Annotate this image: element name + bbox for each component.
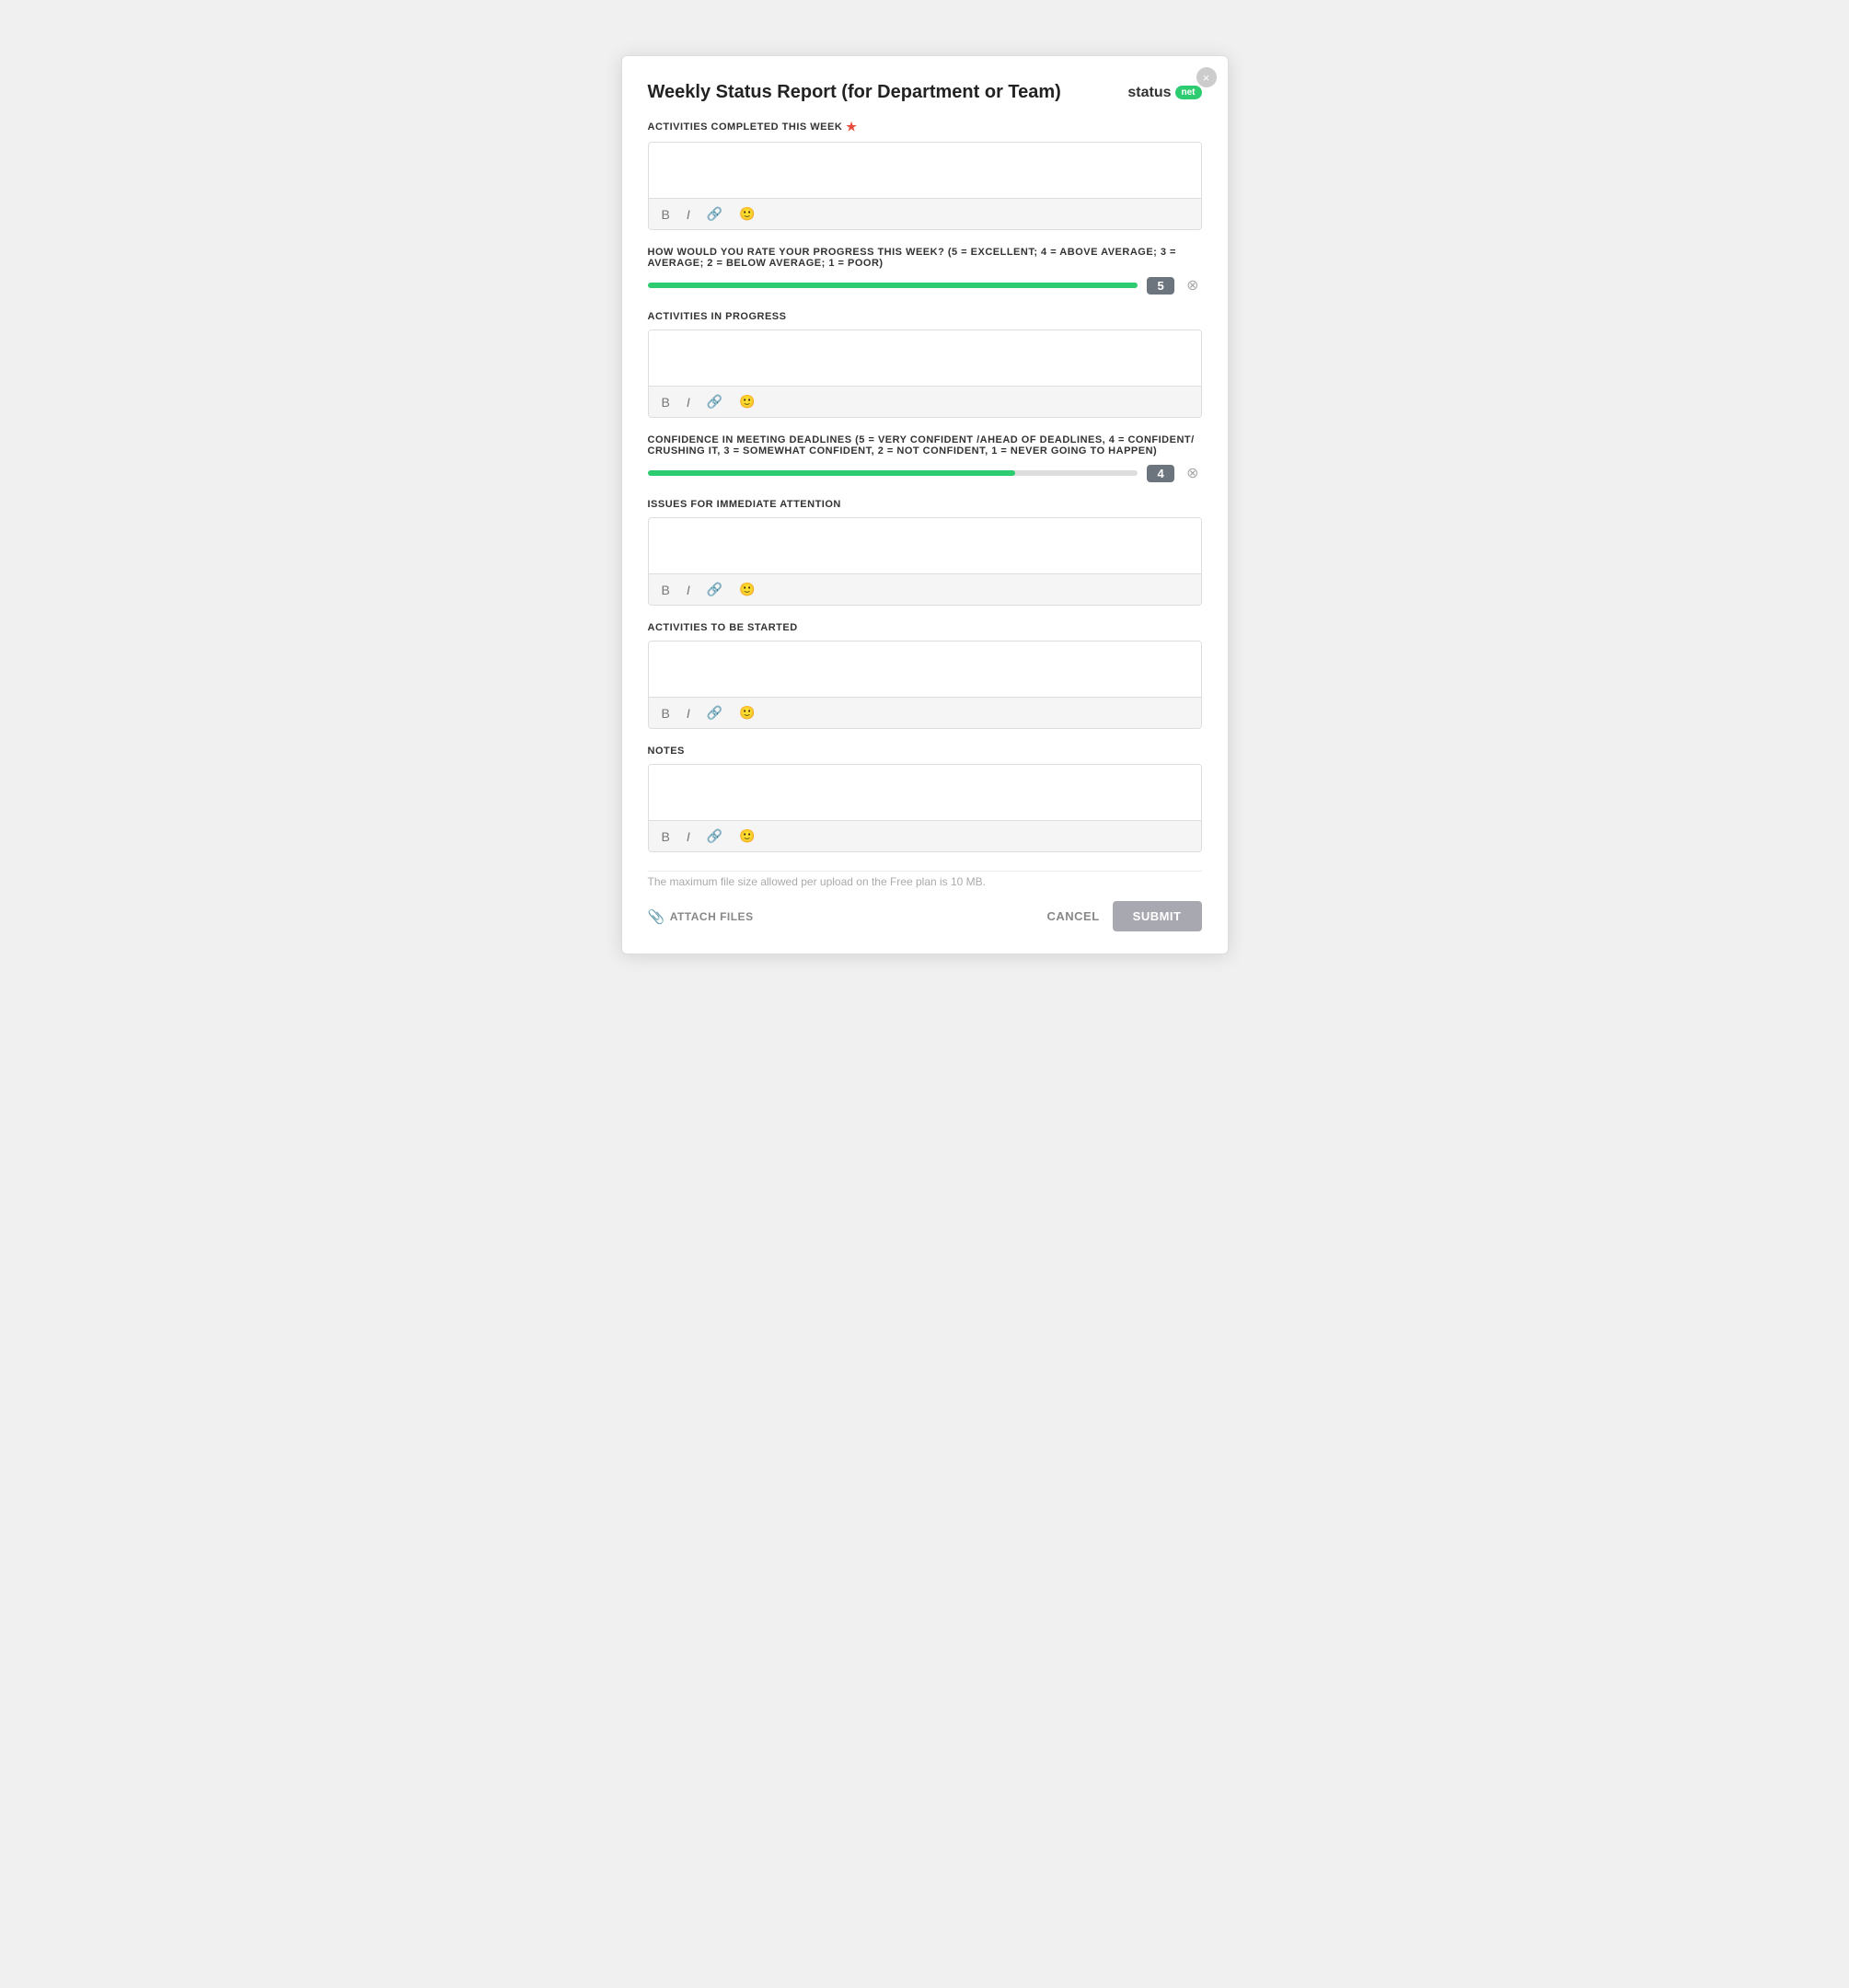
attach-label: ATTACH FILES — [670, 910, 754, 923]
italic-button-2[interactable]: I — [683, 393, 694, 411]
activities-started-label: ACTIVITIES TO BE STARTED — [648, 622, 1202, 633]
activities-completed-label: ACTIVITIES COMPLETED THIS WEEK ★ — [648, 120, 1202, 134]
bold-button-1[interactable]: B — [658, 205, 674, 224]
brand-badge: net — [1175, 86, 1202, 99]
italic-button-5[interactable]: I — [683, 827, 694, 846]
confidence-slider-fill — [648, 470, 1015, 476]
activities-in-progress-label: ACTIVITIES IN PROGRESS — [648, 311, 1202, 322]
bold-button-2[interactable]: B — [658, 393, 674, 411]
confidence-label: CONFIDENCE IN MEETING DEADLINES (5 = VER… — [648, 434, 1202, 457]
attach-files-button[interactable]: 📎 ATTACH FILES — [648, 908, 754, 925]
required-star: ★ — [846, 120, 857, 134]
footer-actions: CANCEL SUBMIT — [1046, 901, 1201, 931]
activities-completed-input[interactable] — [649, 143, 1201, 193]
activities-started-input[interactable] — [649, 641, 1201, 692]
bold-button-4[interactable]: B — [658, 704, 674, 722]
progress-slider-fill — [648, 283, 1138, 288]
notes-input[interactable] — [649, 765, 1201, 815]
confidence-slider-value: 4 — [1147, 465, 1174, 482]
progress-slider-track[interactable] — [648, 283, 1138, 288]
brand-logo: status net — [1127, 85, 1201, 101]
activities-started-field: B I 🔗 🙂 — [648, 641, 1202, 729]
file-info: The maximum file size allowed per upload… — [648, 875, 1202, 888]
confidence-slider-clear[interactable]: ⊗ — [1184, 464, 1201, 482]
notes-toolbar: B I 🔗 🙂 — [649, 820, 1201, 851]
issues-toolbar: B I 🔗 🙂 — [649, 573, 1201, 605]
activities-completed-toolbar: B I 🔗 🙂 — [649, 198, 1201, 229]
activities-started-toolbar: B I 🔗 🙂 — [649, 697, 1201, 728]
progress-rating-row: 5 ⊗ — [648, 276, 1202, 295]
issues-field: B I 🔗 🙂 — [648, 517, 1202, 606]
divider — [648, 871, 1202, 872]
bold-button-5[interactable]: B — [658, 827, 674, 846]
activities-in-progress-field: B I 🔗 🙂 — [648, 329, 1202, 418]
notes-label: NOTES — [648, 746, 1202, 757]
italic-button-4[interactable]: I — [683, 704, 694, 722]
confidence-slider-track[interactable] — [648, 470, 1138, 476]
confidence-row: 4 ⊗ — [648, 464, 1202, 482]
link-button-1[interactable]: 🔗 — [703, 204, 726, 224]
activities-completed-field: B I 🔗 🙂 — [648, 142, 1202, 230]
italic-button-3[interactable]: I — [683, 581, 694, 599]
emoji-button-1[interactable]: 🙂 — [735, 204, 758, 224]
modal: × Weekly Status Report (for Department o… — [621, 55, 1229, 954]
emoji-button-5[interactable]: 🙂 — [735, 826, 758, 846]
progress-rating-label: HOW WOULD YOU RATE YOUR PROGRESS THIS WE… — [648, 247, 1202, 269]
link-button-3[interactable]: 🔗 — [703, 580, 726, 599]
link-button-2[interactable]: 🔗 — [703, 392, 726, 411]
progress-slider-clear[interactable]: ⊗ — [1184, 276, 1201, 295]
close-icon: × — [1203, 72, 1210, 84]
issues-label: ISSUES FOR IMMEDIATE ATTENTION — [648, 499, 1202, 510]
submit-button[interactable]: SUBMIT — [1113, 901, 1202, 931]
brand-name: status — [1127, 85, 1171, 101]
progress-slider-value: 5 — [1147, 277, 1174, 295]
activities-in-progress-input[interactable] — [649, 330, 1201, 381]
footer-row: 📎 ATTACH FILES CANCEL SUBMIT — [648, 901, 1202, 931]
activities-in-progress-toolbar: B I 🔗 🙂 — [649, 386, 1201, 417]
emoji-button-3[interactable]: 🙂 — [735, 580, 758, 599]
issues-input[interactable] — [649, 518, 1201, 569]
italic-button-1[interactable]: I — [683, 205, 694, 224]
notes-field: B I 🔗 🙂 — [648, 764, 1202, 852]
progress-rating-section: HOW WOULD YOU RATE YOUR PROGRESS THIS WE… — [648, 247, 1202, 295]
emoji-button-2[interactable]: 🙂 — [735, 392, 758, 411]
close-button[interactable]: × — [1196, 67, 1217, 87]
attach-icon: 📎 — [648, 908, 665, 925]
confidence-section: CONFIDENCE IN MEETING DEADLINES (5 = VER… — [648, 434, 1202, 482]
emoji-button-4[interactable]: 🙂 — [735, 703, 758, 722]
modal-header: Weekly Status Report (for Department or … — [648, 82, 1202, 103]
link-button-4[interactable]: 🔗 — [703, 703, 726, 722]
cancel-button[interactable]: CANCEL — [1046, 909, 1099, 923]
form-title: Weekly Status Report (for Department or … — [648, 82, 1128, 103]
link-button-5[interactable]: 🔗 — [703, 826, 726, 846]
bold-button-3[interactable]: B — [658, 581, 674, 599]
